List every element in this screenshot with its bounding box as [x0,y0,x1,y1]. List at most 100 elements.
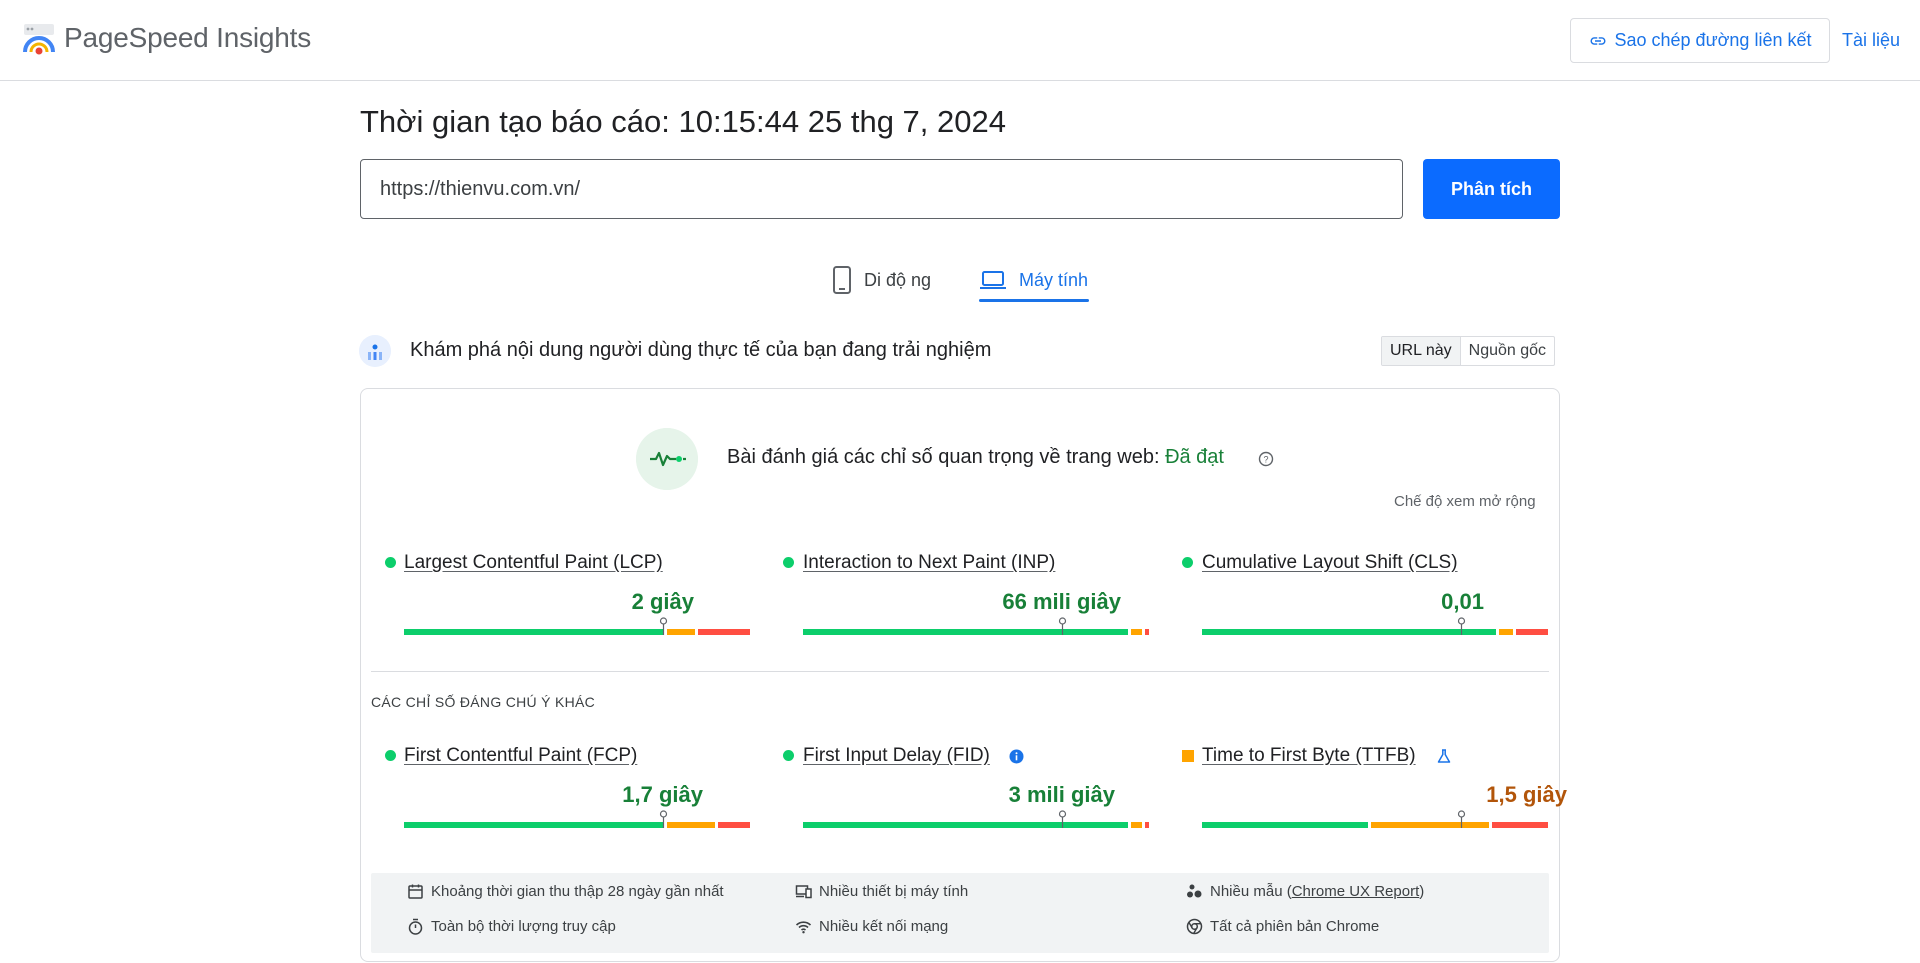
distribution-segment-poor [697,629,750,635]
ttfb-status-square [1182,750,1194,762]
cwv-assessment-prefix: Bài đánh giá các chỉ số quan trọng về tr… [727,446,1166,468]
crux-heading: Khám phá nội dung người dùng thực tế của… [410,339,992,361]
distribution-segment-good [803,629,1129,635]
brand-name: PageSpeed Insights [64,22,312,53]
devices-icon [795,885,812,899]
tab-desktop-label: Máy tính [1019,269,1089,290]
metric-lcp-name[interactable]: Largest Contentful Paint (LCP) [404,552,663,574]
distribution-segment-poor [718,822,750,828]
metric-cls-value: 0,01 [1441,589,1484,614]
footer-samples-suffix: ) [1419,883,1425,900]
help-icon[interactable]: ? [1258,451,1274,467]
tab-desktop[interactable]: Máy tính [979,255,1088,305]
active-tab-indicator [979,299,1089,302]
footer-duration-text: Toàn bộ thời lượng truy cập [431,918,616,935]
distribution-segment-good [404,629,664,635]
cwv-assessment-title: Bài đánh giá các chỉ số quan trọng về tr… [727,446,1224,469]
footer-period-text: Khoảng thời gian thu thập 28 ngày gần nh… [431,883,724,900]
metric-fcp-name[interactable]: First Contentful Paint (FCP) [404,745,637,767]
distribution-segment-average [1371,822,1490,828]
distribution-segment-average [666,629,695,635]
expand-view-link[interactable]: Chế độ xem mở rộng [1394,493,1536,510]
cwv-status: Đã đạt [1165,446,1224,468]
distribution-segment-average [1499,629,1514,635]
tab-mobile-label: Di độ ng [864,269,932,290]
p75-marker [1457,617,1466,635]
tab-mobile[interactable]: Di độ ng [832,255,931,305]
metric-inp-name[interactable]: Interaction to Next Paint (INP) [803,552,1055,574]
copy-link-button[interactable]: Sao chép đường liên kết [1570,18,1830,63]
footer-network-text: Nhiều kết nối mạng [819,918,949,935]
metric-ttfb-value: 1,5 giây [1486,782,1567,807]
footer-samples-text: Nhiều mẫu (Chrome UX Report) [1210,883,1424,900]
lcp-status-dot [385,557,396,568]
wifi-icon [795,921,812,934]
metric-cls-name[interactable]: Cumulative Layout Shift (CLS) [1202,552,1458,574]
footer-devices: Nhiều thiết bị máy tính [795,883,968,900]
distribution-segment-average [666,822,716,828]
toggle-this-url[interactable]: URL này [1382,337,1461,365]
footer-devices-text: Nhiều thiết bị máy tính [819,883,969,900]
metric-fcp-value: 1,7 giây [622,782,703,807]
toggle-origin[interactable]: Nguồn gốc [1461,337,1554,365]
p75-marker [1058,810,1067,828]
link-icon [1590,36,1605,45]
report-time: Thời gian tạo báo cáo: 10:15:44 25 thg 7… [360,104,1006,139]
samples-icon [1187,884,1202,898]
top-bar: PageSpeed Insights Sao chép đường liên k… [0,0,1920,81]
footer-visit-duration: Toàn bộ thời lượng truy cập [407,918,616,935]
laptop-icon [980,271,1006,289]
p75-marker [1457,810,1466,828]
info-icon[interactable] [1009,749,1024,764]
footer-chrome-versions: Tất cả phiên bản Chrome [1186,918,1379,935]
metric-cls-bar [1202,617,1548,635]
metric-fcp-bar [404,810,750,828]
phone-icon [833,266,851,294]
other-metrics-heading: CÁC CHỈ SỐ ĐÁNG CHÚ Ý KHÁC [371,694,596,710]
chrome-ux-report-link[interactable]: Chrome UX Report [1292,883,1420,900]
distribution-segment-poor [1145,629,1149,635]
p75-marker [659,617,668,635]
svg-text:?: ? [1263,455,1268,465]
footer-network: Nhiều kết nối mạng [795,918,948,935]
chrome-icon [1186,918,1203,935]
cls-status-dot [1182,557,1193,568]
metric-fid-name[interactable]: First Input Delay (FID) [803,745,990,767]
distribution-segment-poor [1516,629,1548,635]
distribution-segment-good [1202,629,1497,635]
metric-fid-bar [803,810,1149,828]
distribution-segment-poor [1492,822,1548,828]
calendar-icon [408,884,423,899]
section-divider [371,671,1549,672]
footer-samples-prefix: Nhiều mẫu ( [1210,883,1292,900]
timer-icon [408,918,423,935]
users-chart-icon [359,335,391,367]
pulse-icon [636,428,698,490]
url-input[interactable] [360,159,1403,219]
metric-inp-value: 66 mili giây [1002,589,1121,614]
distribution-segment-average [1131,629,1143,635]
metric-fid-value: 3 mili giây [1008,782,1115,807]
pagespeed-logo-icon[interactable] [22,22,56,56]
fid-status-dot [783,750,794,761]
metric-ttfb-name[interactable]: Time to First Byte (TTFB) [1202,745,1416,767]
distribution-segment-good [1202,822,1369,828]
url-origin-toggle: URL này Nguồn gốc [1381,336,1556,366]
footer-chrome-text: Tất cả phiên bản Chrome [1210,918,1380,935]
distribution-segment-average [1131,822,1143,828]
docs-link[interactable]: Tài liệu [1842,30,1900,51]
distribution-segment-good [803,822,1129,828]
metric-lcp-bar [404,617,750,635]
footer-samples: Nhiều mẫu (Chrome UX Report) [1186,883,1424,900]
copy-link-label: Sao chép đường liên kết [1614,30,1812,50]
footer-collection-period: Khoảng thời gian thu thập 28 ngày gần nh… [407,883,724,900]
flask-icon[interactable] [1436,748,1452,764]
metric-ttfb-bar [1202,810,1548,828]
distribution-segment-poor [1145,822,1149,828]
metric-inp-bar [803,617,1149,635]
fcp-status-dot [385,750,396,761]
analyze-button[interactable]: Phân tích [1423,159,1560,219]
inp-status-dot [783,557,794,568]
p75-marker [1058,617,1067,635]
metric-lcp-value: 2 giây [631,589,694,614]
